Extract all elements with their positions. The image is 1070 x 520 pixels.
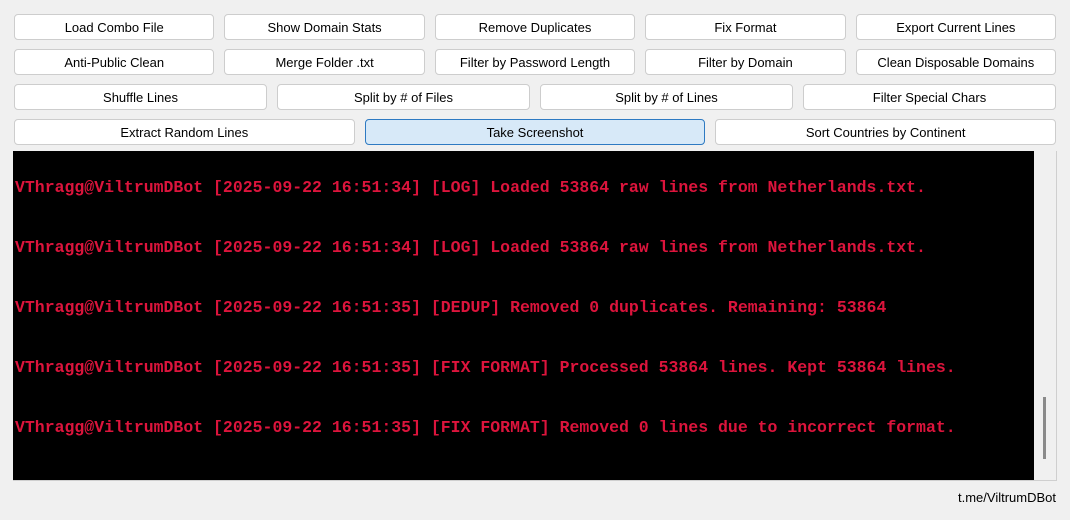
- button-sort-countries-by-continent[interactable]: Sort Countries by Continent: [715, 119, 1057, 145]
- console-output[interactable]: VThragg@ViltrumDBot [2025-09-22 16:51:34…: [13, 151, 1034, 480]
- toolbar-row-3: Shuffle Lines Split by # of Files Split …: [14, 84, 1056, 110]
- console-widget: VThragg@ViltrumDBot [2025-09-22 16:51:34…: [13, 151, 1057, 481]
- button-filter-special-chars[interactable]: Filter Special Chars: [803, 84, 1056, 110]
- scrollbar-thumb[interactable]: [1043, 397, 1046, 459]
- footer: t.me/ViltrumDBot: [958, 490, 1056, 506]
- button-anti-public-clean[interactable]: Anti-Public Clean: [14, 49, 215, 75]
- toolbar-row-1: Load Combo File Show Domain Stats Remove…: [14, 14, 1057, 40]
- button-split-by-number-of-files[interactable]: Split by # of Files: [277, 84, 530, 110]
- console-line: VThragg@ViltrumDBot [2025-09-22 16:51:36…: [15, 478, 1034, 480]
- button-take-screenshot[interactable]: Take Screenshot: [364, 119, 706, 145]
- console-line: VThragg@ViltrumDBot [2025-09-22 16:51:34…: [15, 238, 926, 257]
- console-line-partial: VThragg@ViltrumDBot [2025-09-22 16:51:34…: [15, 178, 926, 197]
- button-export-current-lines[interactable]: Export Current Lines: [855, 14, 1057, 40]
- console-line: VThragg@ViltrumDBot [2025-09-22 16:51:35…: [15, 298, 887, 317]
- console-line: VThragg@ViltrumDBot [2025-09-22 16:51:35…: [15, 358, 956, 377]
- button-merge-folder-txt[interactable]: Merge Folder .txt: [224, 49, 425, 75]
- toolbar: Load Combo File Show Domain Stats Remove…: [0, 0, 1070, 145]
- button-load-combo-file[interactable]: Load Combo File: [14, 14, 215, 40]
- button-filter-by-domain[interactable]: Filter by Domain: [645, 49, 846, 75]
- console-scrollbar[interactable]: [1034, 151, 1056, 480]
- button-show-domain-stats[interactable]: Show Domain Stats: [224, 14, 425, 40]
- button-fix-format[interactable]: Fix Format: [645, 14, 846, 40]
- button-split-by-number-of-lines[interactable]: Split by # of Lines: [540, 84, 793, 110]
- button-filter-by-password-length[interactable]: Filter by Password Length: [434, 49, 636, 75]
- button-shuffle-lines[interactable]: Shuffle Lines: [14, 84, 267, 110]
- button-extract-random-lines[interactable]: Extract Random Lines: [14, 119, 355, 145]
- toolbar-row-4: Extract Random Lines Take Screenshot Sor…: [14, 119, 1057, 145]
- toolbar-row-2: Anti-Public Clean Merge Folder .txt Filt…: [14, 49, 1057, 75]
- button-remove-duplicates[interactable]: Remove Duplicates: [434, 14, 636, 40]
- telegram-link-label: t.me/ViltrumDBot: [957, 490, 1056, 505]
- button-clean-disposable-domains[interactable]: Clean Disposable Domains: [855, 49, 1057, 75]
- console-line: VThragg@ViltrumDBot [2025-09-22 16:51:35…: [15, 418, 956, 437]
